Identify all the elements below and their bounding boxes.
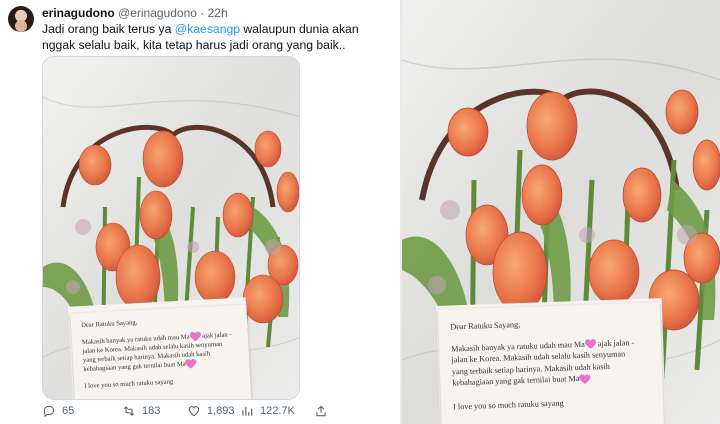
card-greeting: Dear Ratuku Sayang,	[80, 319, 138, 330]
retweet-count: 183	[142, 405, 161, 417]
note-card: Dear Ratuku Sayang, Makasih banyak ya ra…	[70, 304, 252, 399]
tweet-header: erinagudono @erinagudono · 22h	[42, 6, 228, 20]
card-closing: I love you so much ratuku sayang	[84, 378, 174, 391]
display-name[interactable]: erinagudono	[42, 6, 115, 20]
card-line4a: kebahagiaan yang gak ternilai buat Ma	[452, 374, 580, 388]
card-line1b: ajak jalan -	[595, 337, 635, 348]
card-line1b: ajak jalan -	[200, 331, 232, 340]
share-icon	[316, 405, 326, 417]
reply-button[interactable]: 65	[42, 404, 74, 418]
views-button[interactable]: 122.7K	[240, 404, 295, 418]
heart-icon	[188, 406, 200, 417]
mention-link[interactable]: @kaesangp	[175, 22, 240, 36]
views-count: 122.7K	[260, 405, 295, 417]
avatar[interactable]	[8, 6, 34, 32]
zoomed-note-card: Dear Ratuku Sayang, Makasih banyak ya ra…	[437, 302, 665, 424]
like-count: 1,893	[207, 405, 235, 417]
reply-icon	[43, 405, 55, 418]
reply-count: 65	[62, 405, 75, 417]
tweet-actions: 65 183 1,893 122.7K	[42, 404, 342, 422]
tweet-card: erinagudono @erinagudono · 22h Jadi oran…	[0, 0, 400, 424]
heart-emoji-icon	[185, 359, 196, 369]
heart-emoji-icon	[189, 332, 200, 342]
retweet-button[interactable]: 183	[122, 404, 160, 418]
heart-emoji-icon	[585, 340, 596, 349]
tweet-text: Jadi orang baik terus ya @kaesangp walau…	[42, 21, 392, 53]
views-icon	[242, 406, 253, 416]
separator: ·	[200, 6, 205, 20]
like-button[interactable]: 1,893	[187, 404, 235, 418]
timestamp[interactable]: 22h	[208, 6, 228, 20]
heart-emoji-icon	[579, 374, 590, 383]
share-button[interactable]	[314, 404, 328, 418]
handle[interactable]: @erinagudono	[118, 6, 197, 20]
card-closing: I love you so much ratuku sayang	[453, 398, 564, 411]
tweet-photo[interactable]: Dear Ratuku Sayang, Makasih banyak ya ra…	[42, 56, 300, 400]
retweet-icon	[123, 406, 135, 416]
zoomed-photo: Dear Ratuku Sayang, Makasih banyak ya ra…	[402, 0, 720, 424]
tweet-text-start: Jadi orang baik terus ya	[42, 22, 175, 36]
card-greeting: Dear Ratuku Sayang,	[450, 320, 521, 332]
